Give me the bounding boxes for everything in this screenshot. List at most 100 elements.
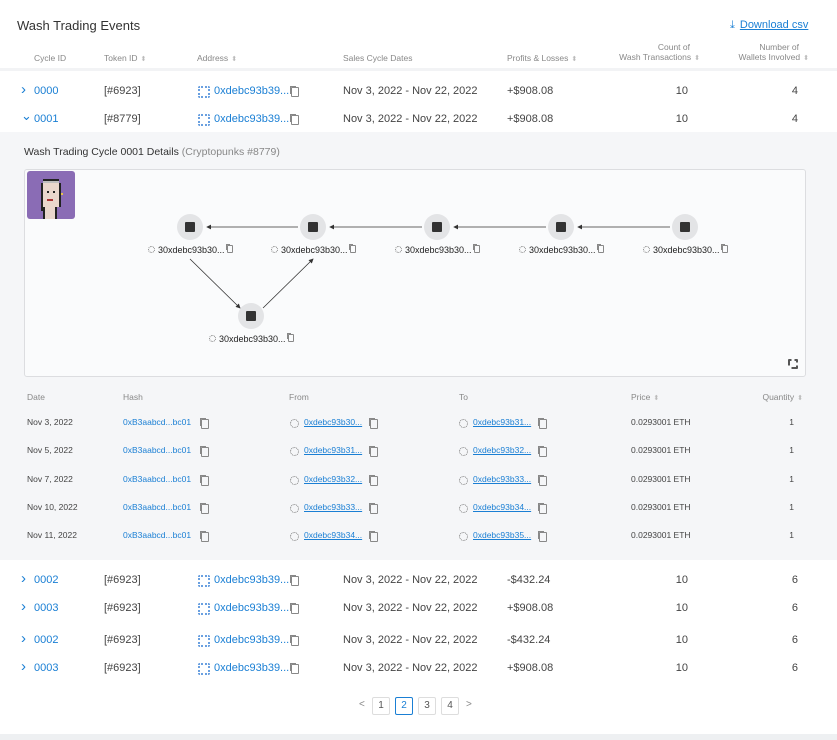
tx-hash-link[interactable]: 0xB3aabcd...bc01 xyxy=(123,445,191,455)
from-address-link[interactable]: 0xdebc93b34... xyxy=(304,530,362,540)
address-link[interactable]: 0xdebc93b39... xyxy=(214,634,289,646)
wallet-icon xyxy=(459,475,468,485)
copy-icon[interactable] xyxy=(291,576,299,586)
to-address-link[interactable]: 0xdebc93b33... xyxy=(473,474,531,484)
to-address-link[interactable]: 0xdebc93b35... xyxy=(473,530,531,540)
copy-icon[interactable] xyxy=(201,532,209,543)
wallets-count: 6 xyxy=(791,662,798,674)
wallet-node[interactable] xyxy=(672,214,698,240)
from-address-link[interactable]: 0xdebc93b30... xyxy=(304,417,362,427)
bottom-bar xyxy=(0,734,837,740)
table-row[interactable]: › 0003 [#6923] 0xdebc93b39... Nov 3, 2022 - … xyxy=(0,654,837,682)
tx-hash-link[interactable]: 0xB3aabcd...bc01 xyxy=(123,474,191,484)
col-quantity[interactable]: Quantity ⬍ xyxy=(762,392,803,402)
page-4-button[interactable]: 4 xyxy=(441,697,459,715)
cycle-id-link[interactable]: 0003 xyxy=(34,662,58,674)
page-3-button[interactable]: 3 xyxy=(418,697,436,715)
prev-page-button[interactable]: < xyxy=(359,699,365,710)
copy-icon[interactable] xyxy=(539,503,547,514)
to-address-link[interactable]: 0xdebc93b34... xyxy=(473,502,531,512)
token-id: [#6923] xyxy=(104,634,141,646)
table-row[interactable]: › 0002 [#6923] 0xdebc93b39... Nov 3, 2022 - … xyxy=(0,566,837,594)
copy-icon[interactable] xyxy=(370,503,378,514)
cycle-id-link[interactable]: 0003 xyxy=(34,602,58,614)
to-address-link[interactable]: 0xdebc93b31... xyxy=(473,417,531,427)
copy-icon[interactable] xyxy=(539,419,547,429)
chevron-right-icon[interactable]: › xyxy=(21,658,26,675)
tx-hash-link[interactable]: 0xB3aabcd...bc01 xyxy=(123,417,191,427)
tx-quantity: 1 xyxy=(789,501,794,512)
address-link[interactable]: 0xdebc93b39... xyxy=(214,602,289,614)
sort-icon: ⬍ xyxy=(653,395,660,402)
copy-icon[interactable] xyxy=(721,245,728,253)
tx-price: 0.0293001 ETH xyxy=(631,501,691,512)
page-1-button[interactable]: 1 xyxy=(372,697,390,715)
wallet-node[interactable] xyxy=(548,214,574,240)
copy-icon[interactable] xyxy=(370,419,378,429)
wallet-node-label: 30xdebc93b30... xyxy=(271,245,356,255)
copy-icon[interactable] xyxy=(201,447,209,458)
col-label: Price xyxy=(631,392,651,402)
wallet-node[interactable] xyxy=(300,214,326,240)
wallet-icon xyxy=(198,603,210,615)
col-label: Quantity xyxy=(762,392,795,402)
copy-icon[interactable] xyxy=(291,636,299,646)
table-row[interactable]: › 0003 [#6923] 0xdebc93b39... Nov 3, 2022 - … xyxy=(0,594,837,622)
wallet-icon xyxy=(198,575,210,587)
wallet-icon xyxy=(198,635,210,647)
sales-dates: Nov 3, 2022 - Nov 22, 2022 xyxy=(343,662,478,674)
copy-icon[interactable] xyxy=(201,503,209,514)
copy-icon[interactable] xyxy=(226,245,233,253)
sales-dates: Nov 3, 2022 - Nov 22, 2022 xyxy=(343,634,478,646)
copy-icon[interactable] xyxy=(201,475,209,486)
chevron-right-icon[interactable]: › xyxy=(21,570,26,587)
tx-hash-link[interactable]: 0xB3aabcd...bc01 xyxy=(123,502,191,512)
wallet-icon xyxy=(395,246,402,253)
chevron-right-icon[interactable]: › xyxy=(21,598,26,615)
table-row[interactable]: › 0002 [#6923] 0xdebc93b39... Nov 3, 2022 - … xyxy=(0,626,837,654)
copy-icon[interactable] xyxy=(201,419,209,429)
profit-loss: -$432.24 xyxy=(507,574,551,586)
wallet-node[interactable] xyxy=(177,214,203,240)
tx-price: 0.0293001 ETH xyxy=(631,473,691,484)
copy-icon[interactable] xyxy=(539,475,547,486)
cycle-id-link[interactable]: 0002 xyxy=(34,634,58,646)
copy-icon[interactable] xyxy=(291,604,299,614)
copy-icon[interactable] xyxy=(539,447,547,458)
copy-icon[interactable] xyxy=(370,532,378,543)
graph-edges xyxy=(189,224,670,309)
col-price[interactable]: Price ⬍ xyxy=(631,392,659,402)
chevron-right-icon[interactable]: › xyxy=(21,630,26,647)
node-address: 30xdebc93b30... xyxy=(529,245,596,255)
profit-loss: +$908.08 xyxy=(507,662,554,674)
copy-icon[interactable] xyxy=(539,532,547,543)
address-link[interactable]: 0xdebc93b39... xyxy=(214,574,289,586)
copy-icon[interactable] xyxy=(291,664,299,674)
sales-dates: Nov 3, 2022 - Nov 22, 2022 xyxy=(343,574,478,586)
address-link[interactable]: 0xdebc93b39... xyxy=(214,662,289,674)
from-address-link[interactable]: 0xdebc93b32... xyxy=(304,474,362,484)
wallet-node[interactable] xyxy=(424,214,450,240)
copy-icon[interactable] xyxy=(370,475,378,486)
copy-icon[interactable] xyxy=(370,447,378,458)
tx-date: Nov 11, 2022 xyxy=(27,530,77,541)
cycle-id-link[interactable]: 0002 xyxy=(34,574,58,586)
copy-icon[interactable] xyxy=(473,245,480,253)
wallet-icon xyxy=(290,503,299,513)
tx-date: Nov 10, 2022 xyxy=(27,501,78,512)
copy-icon[interactable] xyxy=(287,334,294,342)
next-page-button[interactable]: > xyxy=(466,699,472,710)
to-address-link[interactable]: 0xdebc93b32... xyxy=(473,445,531,455)
transaction-row: Nov 10, 2022 0xB3aabcd...bc01 0xdebc93b33.… xyxy=(0,498,837,518)
profit-loss: -$432.24 xyxy=(507,634,551,646)
page-2-button[interactable]: 2 xyxy=(395,697,413,715)
copy-icon[interactable] xyxy=(349,245,356,253)
col-hash: Hash xyxy=(123,392,143,402)
copy-icon[interactable] xyxy=(597,245,604,253)
wallet-node[interactable] xyxy=(238,303,264,329)
tx-hash-link[interactable]: 0xB3aabcd...bc01 xyxy=(123,530,191,540)
from-address-link[interactable]: 0xdebc93b31... xyxy=(304,445,362,455)
from-address-link[interactable]: 0xdebc93b33... xyxy=(304,502,362,512)
wallet-node-label: 30xdebc93b30... xyxy=(643,245,728,255)
node-address: 30xdebc93b30... xyxy=(653,245,720,255)
